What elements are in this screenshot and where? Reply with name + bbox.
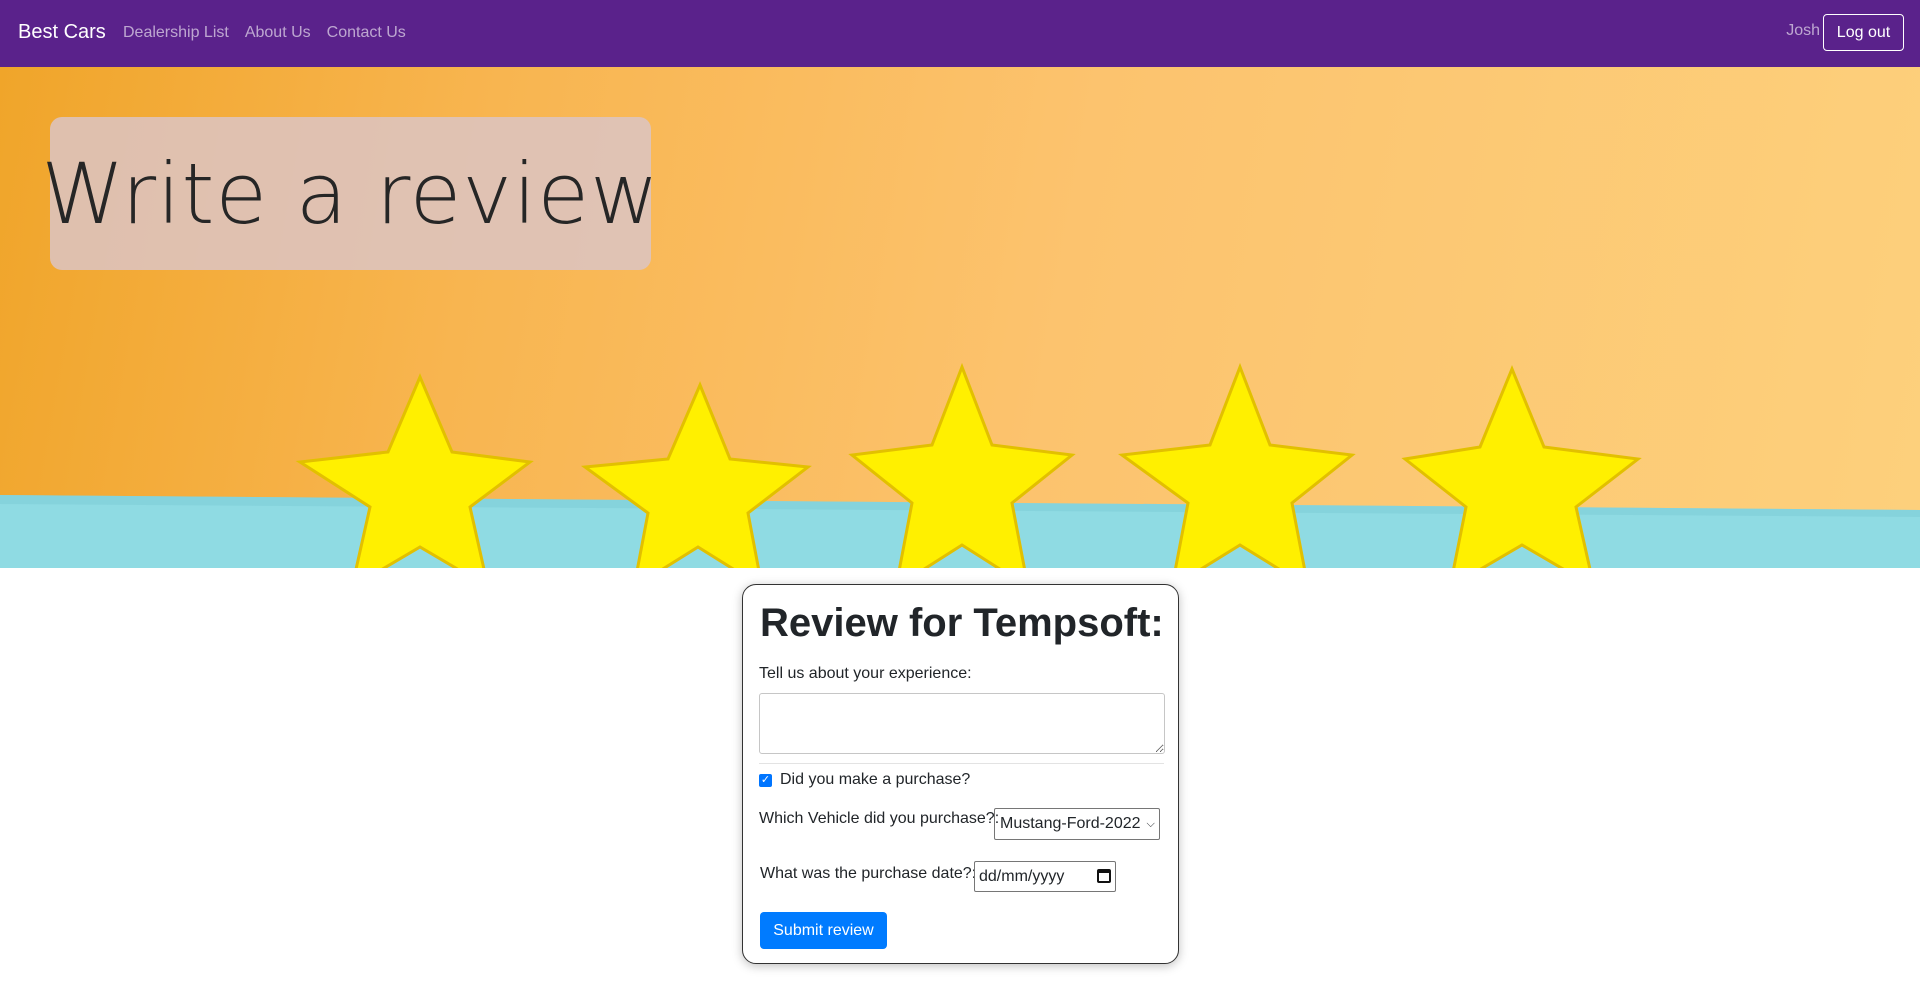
brand-link[interactable]: Best Cars [18, 21, 106, 44]
vehicle-select[interactable]: Mustang-Ford-2022 ⌵ [994, 808, 1160, 840]
purchase-row: ✓ Did you make a purchase? [759, 771, 970, 789]
purchase-checkbox[interactable]: ✓ [759, 773, 772, 787]
vehicle-select-value: Mustang-Ford-2022 [1000, 815, 1141, 832]
hero-title: Write a review [41, 144, 660, 243]
nav-links: Dealership List About Us Contact Us [123, 24, 406, 42]
logout-button[interactable]: Log out [1823, 14, 1904, 51]
review-form-title: Review for Tempsoft: [760, 601, 1164, 645]
review-form-card: Review for Tempsoft: Tell us about your … [742, 584, 1179, 964]
date-input-placeholder: dd/mm/yyyy [979, 867, 1065, 885]
purchase-date-input[interactable]: dd/mm/yyyy [974, 861, 1116, 892]
divider [759, 763, 1164, 764]
hero-title-box: Write a review [41, 117, 659, 270]
experience-label: Tell us about your experience: [759, 665, 972, 682]
purchase-label: Did you make a purchase? [780, 771, 971, 788]
experience-textarea[interactable] [759, 693, 1165, 754]
date-label: What was the purchase date?: [760, 865, 977, 882]
username-label: Josh [1786, 22, 1820, 39]
nav-link-contact-us[interactable]: Contact Us [327, 24, 406, 42]
top-navbar: Best Cars Dealership List About Us Conta… [0, 0, 1920, 67]
nav-link-dealership-list[interactable]: Dealership List [123, 24, 229, 42]
submit-review-button[interactable]: Submit review [760, 912, 887, 949]
chevron-down-icon: ⌵ [1146, 817, 1155, 830]
vehicle-label: Which Vehicle did you purchase?: [759, 810, 1000, 827]
calendar-icon[interactable] [1097, 869, 1111, 883]
nav-link-about-us[interactable]: About Us [245, 24, 311, 42]
hero-banner: Write a review [0, 67, 1920, 568]
